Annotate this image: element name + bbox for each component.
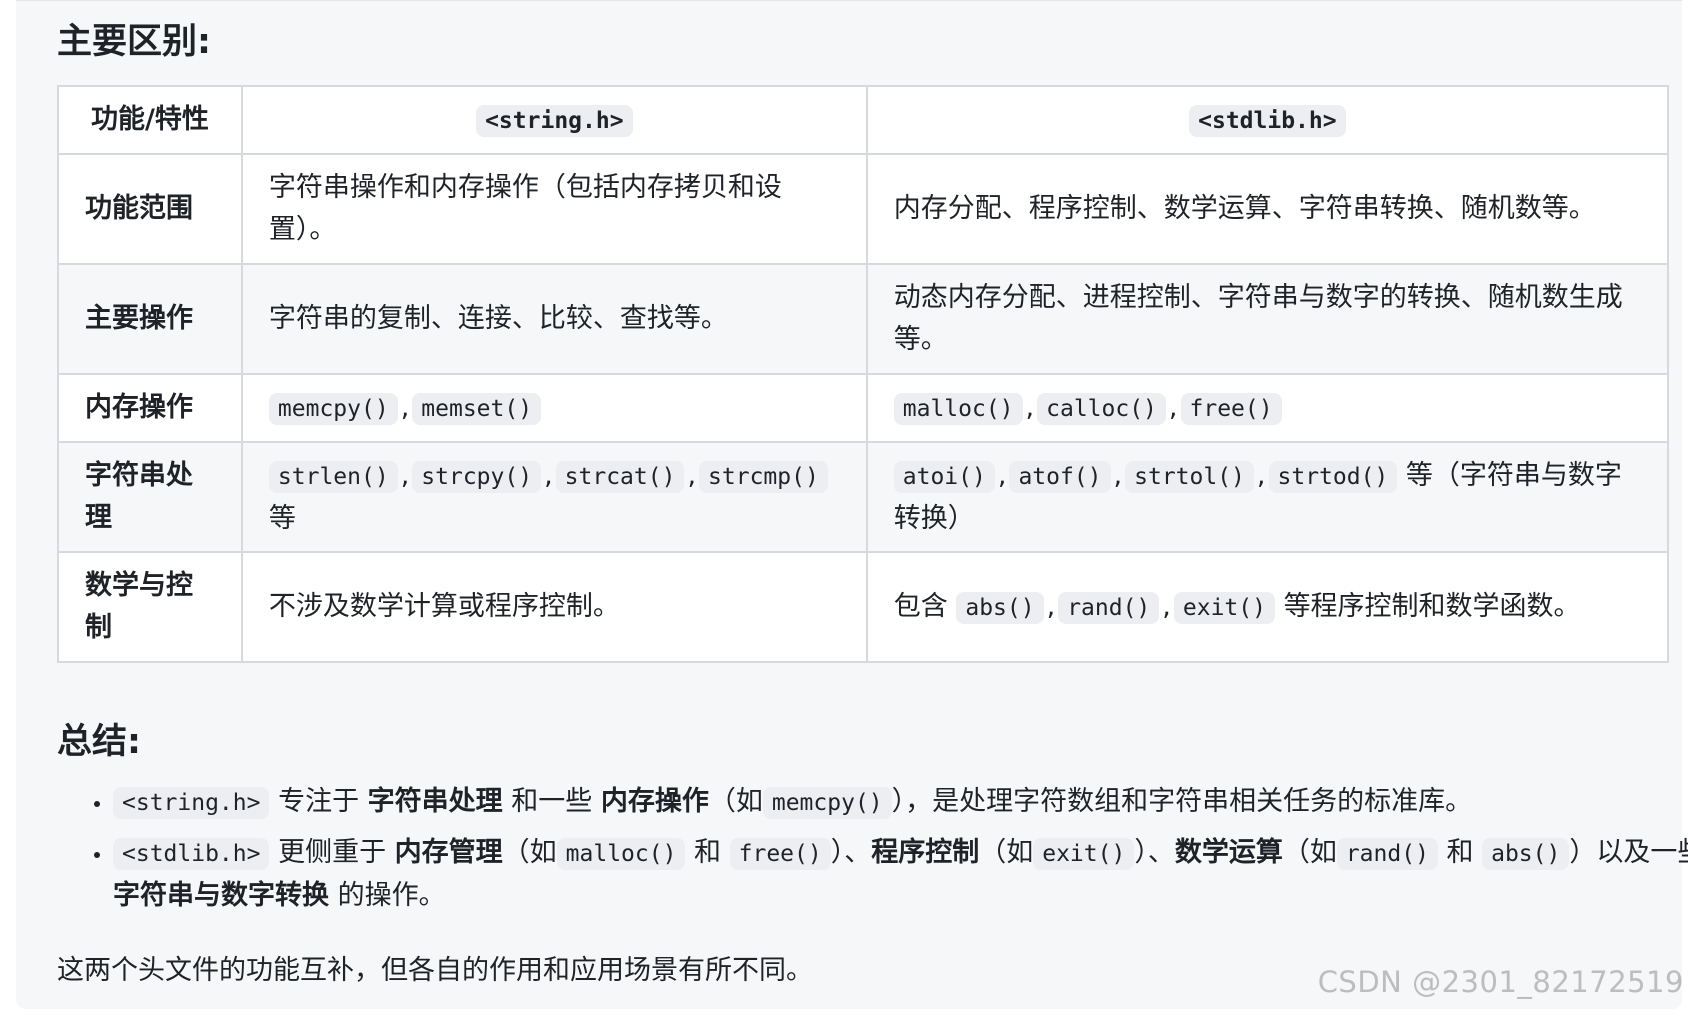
code-free: free() [1180, 392, 1282, 425]
stdlib-h-prefix: 包含 [893, 590, 948, 622]
stdlib-h-cell: atoi(), atof(), strtol(), strtod() 等（字符串与数字… [865, 441, 1670, 553]
code-exit: exit() [1173, 591, 1275, 624]
code-abs: abs() [956, 591, 1044, 624]
code-atof: atof() [1009, 460, 1111, 493]
emphasis-memory-management: 内存管理 [394, 837, 503, 868]
header-feature: 功能/特性 [57, 85, 243, 155]
code-strcpy: strcpy() [412, 460, 542, 493]
code-stdlib-h: <stdlib.h> [113, 838, 270, 870]
summary-list: <string.h> 专注于 字符串处理 和一些 内存操作（如memcpy()）… [57, 781, 1688, 925]
code-memset: memset() [412, 392, 542, 425]
code-exit: exit() [1033, 838, 1135, 870]
emphasis-memory-ops: 内存操作 [600, 786, 709, 817]
code-atoi: atoi() [893, 460, 995, 493]
conclusion-text: 这两个头文件的功能互补，但各自的作用和应用场景有所不同。 [57, 955, 813, 986]
code-rand: rand() [1058, 591, 1160, 624]
code-strlen: strlen() [268, 460, 398, 493]
code-rand: rand() [1336, 838, 1438, 870]
stdlib-h-cell: malloc(), calloc(), free() [865, 373, 1670, 443]
row-feature: 字符串处理 [57, 441, 243, 553]
code-strcat: strcat() [555, 460, 685, 493]
table-row: 内存操作 memcpy(), memset() malloc(), calloc()… [57, 373, 1670, 443]
string-h-cell: 字符串的复制、连接、比较、查找等。 [240, 263, 868, 375]
code-string-h: <string.h> [113, 787, 270, 819]
code-abs: abs() [1482, 838, 1570, 870]
code-malloc: malloc() [556, 838, 686, 870]
code-free: free() [729, 838, 831, 870]
code-calloc: calloc() [1037, 392, 1166, 425]
header-string-h: <string.h> [240, 85, 868, 155]
header-stdlib-h: <stdlib.h> [865, 85, 1670, 155]
main-differences-heading: 主要区别: [57, 22, 211, 62]
emphasis-string-processing: 字符串处理 [367, 786, 503, 817]
answer-card: 主要区别: 功能/特性 <string.h> <stdlib.h> 功能范围 字… [16, 0, 1688, 1009]
string-h-cell: memcpy(), memset() [240, 373, 868, 443]
string-h-suffix: 等 [268, 502, 296, 534]
row-feature: 内存操作 [57, 373, 243, 443]
emphasis-program-control: 程序控制 [871, 837, 980, 868]
code-strtol: strtol() [1125, 460, 1254, 493]
summary-heading: 总结: [57, 722, 141, 762]
stdlib-h-suffix: 等程序控制和数学函数。 [1283, 590, 1581, 622]
header-stdlib-h-code: <stdlib.h> [1189, 104, 1346, 137]
code-malloc: malloc() [893, 392, 1023, 425]
code-memcpy: memcpy() [268, 392, 398, 425]
csdn-watermark: CSDN @2301_82172519 [1317, 965, 1684, 999]
table-row: 字符串处理 strlen(), strcpy(), strcat(), strcmp(… [57, 441, 1670, 553]
emphasis-math: 数学运算 [1174, 837, 1283, 868]
row-feature: 功能范围 [57, 153, 243, 265]
row-feature: 数学与控制 [57, 551, 243, 663]
stdlib-h-cell: 动态内存分配、进程控制、字符串与数字的转换、随机数生成等。 [865, 263, 1670, 375]
emphasis-string-number-conversion: 字符串与数字转换 [113, 880, 329, 911]
comparison-table: 功能/特性 <string.h> <stdlib.h> 功能范围 字符串操作和内… [57, 85, 1670, 663]
code-memcpy: memcpy() [762, 787, 892, 819]
table-row: 功能范围 字符串操作和内存操作（包括内存拷贝和设置）。 内存分配、程序控制、数学… [57, 153, 1670, 265]
table-row: 数学与控制 不涉及数学计算或程序控制。 包含 abs(), rand(), exit… [57, 551, 1670, 663]
string-h-cell: 字符串操作和内存操作（包括内存拷贝和设置）。 [240, 153, 868, 265]
summary-item-string-h: <string.h> 专注于 字符串处理 和一些 内存操作（如memcpy()）… [113, 781, 1688, 824]
string-h-cell: strlen(), strcpy(), strcat(), strcmp() 等 [240, 441, 868, 553]
row-feature: 主要操作 [57, 263, 243, 375]
stdlib-h-cell: 包含 abs(), rand(), exit() 等程序控制和数学函数。 [865, 551, 1670, 663]
summary-item-stdlib-h: <stdlib.h> 更侧重于 内存管理（如malloc() 和 free()）… [113, 832, 1688, 917]
string-h-cell: 不涉及数学计算或程序控制。 [240, 551, 868, 663]
table-header-row: 功能/特性 <string.h> <stdlib.h> [57, 85, 1670, 155]
stdlib-h-cell: 内存分配、程序控制、数学运算、字符串转换、随机数等。 [865, 153, 1670, 265]
code-strcmp: strcmp() [699, 460, 828, 493]
code-strtod: strtod() [1268, 460, 1398, 493]
header-string-h-code: <string.h> [476, 104, 633, 137]
table-row: 主要操作 字符串的复制、连接、比较、查找等。 动态内存分配、进程控制、字符串与数… [57, 263, 1670, 375]
